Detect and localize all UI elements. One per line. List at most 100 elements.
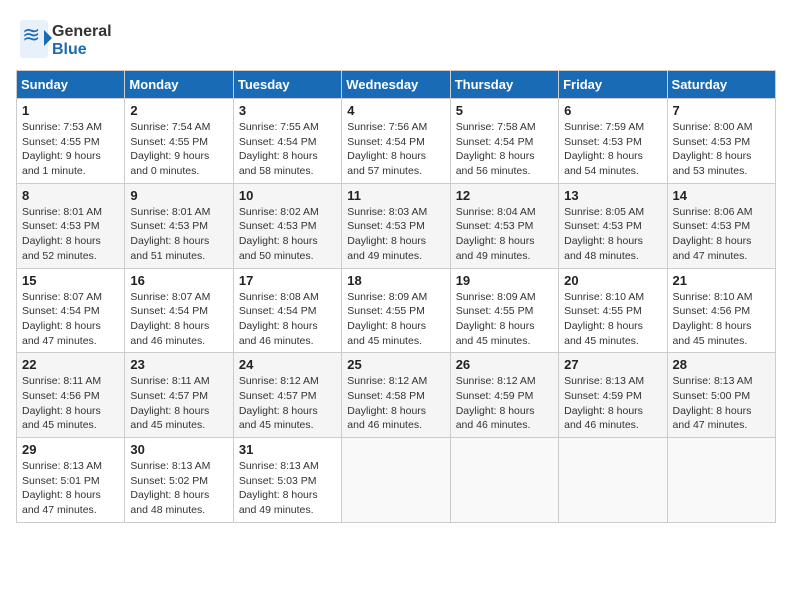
day-number: 16	[130, 273, 227, 288]
calendar-cell: 17 Sunrise: 8:08 AM Sunset: 4:54 PM Dayli…	[233, 268, 341, 353]
day-info: Sunrise: 8:13 AM Sunset: 5:00 PM Dayligh…	[673, 374, 770, 433]
calendar-week-row: 8 Sunrise: 8:01 AM Sunset: 4:53 PM Daylig…	[17, 183, 776, 268]
day-info: Sunrise: 8:10 AM Sunset: 4:55 PM Dayligh…	[564, 290, 661, 349]
calendar-cell: 10 Sunrise: 8:02 AM Sunset: 4:53 PM Dayli…	[233, 183, 341, 268]
day-info: Sunrise: 8:12 AM Sunset: 4:59 PM Dayligh…	[456, 374, 553, 433]
day-number: 22	[22, 357, 119, 372]
logo: General Blue ≋	[16, 16, 126, 62]
day-info: Sunrise: 8:09 AM Sunset: 4:55 PM Dayligh…	[456, 290, 553, 349]
calendar-cell: 4Sunrise: 7:56 AM Sunset: 4:54 PM Daylig…	[342, 99, 450, 184]
weekday-header: Friday	[559, 71, 667, 99]
day-info: Sunrise: 8:04 AM Sunset: 4:53 PM Dayligh…	[456, 205, 553, 264]
calendar-cell	[667, 438, 775, 523]
calendar-cell: 16 Sunrise: 8:07 AM Sunset: 4:54 PM Dayli…	[125, 268, 233, 353]
day-info: Sunrise: 7:59 AM Sunset: 4:53 PM Dayligh…	[564, 120, 661, 179]
day-info: Sunrise: 8:11 AM Sunset: 4:56 PM Dayligh…	[22, 374, 119, 433]
calendar-cell: 30Sunrise: 8:13 AM Sunset: 5:02 PM Dayli…	[125, 438, 233, 523]
day-info: Sunrise: 8:10 AM Sunset: 4:56 PM Dayligh…	[673, 290, 770, 349]
calendar-cell: 11 Sunrise: 8:03 AM Sunset: 4:53 PM Dayli…	[342, 183, 450, 268]
calendar-cell: 9 Sunrise: 8:01 AM Sunset: 4:53 PM Daylig…	[125, 183, 233, 268]
calendar-cell	[342, 438, 450, 523]
day-number: 31	[239, 442, 336, 457]
calendar-week-row: 15 Sunrise: 8:07 AM Sunset: 4:54 PM Dayli…	[17, 268, 776, 353]
calendar-cell: 7 Sunrise: 8:00 AM Sunset: 4:53 PM Daylig…	[667, 99, 775, 184]
day-number: 11	[347, 188, 444, 203]
calendar-cell: 24 Sunrise: 8:12 AM Sunset: 4:57 PM Dayli…	[233, 353, 341, 438]
day-info: Sunrise: 7:55 AM Sunset: 4:54 PM Dayligh…	[239, 120, 336, 179]
day-info: Sunrise: 8:13 AM Sunset: 5:01 PM Dayligh…	[22, 459, 119, 518]
day-info: Sunrise: 8:13 AM Sunset: 4:59 PM Dayligh…	[564, 374, 661, 433]
day-number: 27	[564, 357, 661, 372]
calendar-cell: 20 Sunrise: 8:10 AM Sunset: 4:55 PM Dayli…	[559, 268, 667, 353]
day-number: 15	[22, 273, 119, 288]
day-info: Sunrise: 8:01 AM Sunset: 4:53 PM Dayligh…	[22, 205, 119, 264]
calendar-week-row: 29 Sunrise: 8:13 AM Sunset: 5:01 PM Dayli…	[17, 438, 776, 523]
calendar-cell: 2 Sunrise: 7:54 AM Sunset: 4:55 PM Daylig…	[125, 99, 233, 184]
day-info: Sunrise: 8:13 AM Sunset: 5:03 PM Dayligh…	[239, 459, 336, 518]
calendar-table: SundayMondayTuesdayWednesdayThursdayFrid…	[16, 70, 776, 523]
day-number: 17	[239, 273, 336, 288]
calendar-cell: 18Sunrise: 8:09 AM Sunset: 4:55 PM Dayli…	[342, 268, 450, 353]
calendar-cell: 8 Sunrise: 8:01 AM Sunset: 4:53 PM Daylig…	[17, 183, 125, 268]
day-info: Sunrise: 8:00 AM Sunset: 4:53 PM Dayligh…	[673, 120, 770, 179]
calendar-week-row: 1 Sunrise: 7:53 AM Sunset: 4:55 PM Daylig…	[17, 99, 776, 184]
day-number: 24	[239, 357, 336, 372]
day-number: 10	[239, 188, 336, 203]
day-number: 4	[347, 103, 444, 118]
day-number: 29	[22, 442, 119, 457]
calendar-cell: 13 Sunrise: 8:05 AM Sunset: 4:53 PM Dayli…	[559, 183, 667, 268]
day-info: Sunrise: 8:02 AM Sunset: 4:53 PM Dayligh…	[239, 205, 336, 264]
calendar-header-row: SundayMondayTuesdayWednesdayThursdayFrid…	[17, 71, 776, 99]
day-number: 1	[22, 103, 119, 118]
day-number: 20	[564, 273, 661, 288]
day-info: Sunrise: 8:12 AM Sunset: 4:57 PM Dayligh…	[239, 374, 336, 433]
weekday-header: Saturday	[667, 71, 775, 99]
day-number: 21	[673, 273, 770, 288]
weekday-header: Wednesday	[342, 71, 450, 99]
weekday-header: Monday	[125, 71, 233, 99]
weekday-header: Tuesday	[233, 71, 341, 99]
day-number: 2	[130, 103, 227, 118]
day-number: 23	[130, 357, 227, 372]
day-info: Sunrise: 7:54 AM Sunset: 4:55 PM Dayligh…	[130, 120, 227, 179]
svg-text:General: General	[52, 23, 112, 40]
day-number: 8	[22, 188, 119, 203]
calendar-cell: 19 Sunrise: 8:09 AM Sunset: 4:55 PM Dayli…	[450, 268, 558, 353]
calendar-cell: 21 Sunrise: 8:10 AM Sunset: 4:56 PM Dayli…	[667, 268, 775, 353]
day-info: Sunrise: 8:03 AM Sunset: 4:53 PM Dayligh…	[347, 205, 444, 264]
day-info: Sunrise: 8:11 AM Sunset: 4:57 PM Dayligh…	[130, 374, 227, 433]
calendar-cell: 12 Sunrise: 8:04 AM Sunset: 4:53 PM Dayli…	[450, 183, 558, 268]
calendar-cell	[559, 438, 667, 523]
calendar-cell: 22 Sunrise: 8:11 AM Sunset: 4:56 PM Dayli…	[17, 353, 125, 438]
day-number: 25	[347, 357, 444, 372]
day-number: 13	[564, 188, 661, 203]
logo-container: General Blue ≋	[16, 16, 126, 62]
calendar-cell: 23 Sunrise: 8:11 AM Sunset: 4:57 PM Dayli…	[125, 353, 233, 438]
day-info: Sunrise: 8:06 AM Sunset: 4:53 PM Dayligh…	[673, 205, 770, 264]
page-header: General Blue ≋	[16, 16, 776, 62]
calendar-cell: 29 Sunrise: 8:13 AM Sunset: 5:01 PM Dayli…	[17, 438, 125, 523]
calendar-cell: 27 Sunrise: 8:13 AM Sunset: 4:59 PM Dayli…	[559, 353, 667, 438]
day-number: 7	[673, 103, 770, 118]
calendar-cell: 28Sunrise: 8:13 AM Sunset: 5:00 PM Dayli…	[667, 353, 775, 438]
day-number: 19	[456, 273, 553, 288]
calendar-cell: 3Sunrise: 7:55 AM Sunset: 4:54 PM Daylig…	[233, 99, 341, 184]
day-number: 26	[456, 357, 553, 372]
day-info: Sunrise: 8:07 AM Sunset: 4:54 PM Dayligh…	[22, 290, 119, 349]
day-info: Sunrise: 8:12 AM Sunset: 4:58 PM Dayligh…	[347, 374, 444, 433]
day-info: Sunrise: 8:05 AM Sunset: 4:53 PM Dayligh…	[564, 205, 661, 264]
day-number: 12	[456, 188, 553, 203]
day-number: 14	[673, 188, 770, 203]
weekday-header: Sunday	[17, 71, 125, 99]
day-info: Sunrise: 7:53 AM Sunset: 4:55 PM Dayligh…	[22, 120, 119, 179]
calendar-cell	[450, 438, 558, 523]
day-info: Sunrise: 8:01 AM Sunset: 4:53 PM Dayligh…	[130, 205, 227, 264]
day-info: Sunrise: 8:07 AM Sunset: 4:54 PM Dayligh…	[130, 290, 227, 349]
calendar-cell: 31 Sunrise: 8:13 AM Sunset: 5:03 PM Dayli…	[233, 438, 341, 523]
day-info: Sunrise: 8:13 AM Sunset: 5:02 PM Dayligh…	[130, 459, 227, 518]
day-info: Sunrise: 8:09 AM Sunset: 4:55 PM Dayligh…	[347, 290, 444, 349]
day-number: 9	[130, 188, 227, 203]
day-info: Sunrise: 8:08 AM Sunset: 4:54 PM Dayligh…	[239, 290, 336, 349]
calendar-cell: 1 Sunrise: 7:53 AM Sunset: 4:55 PM Daylig…	[17, 99, 125, 184]
logo-svg: General Blue ≋	[16, 16, 126, 62]
